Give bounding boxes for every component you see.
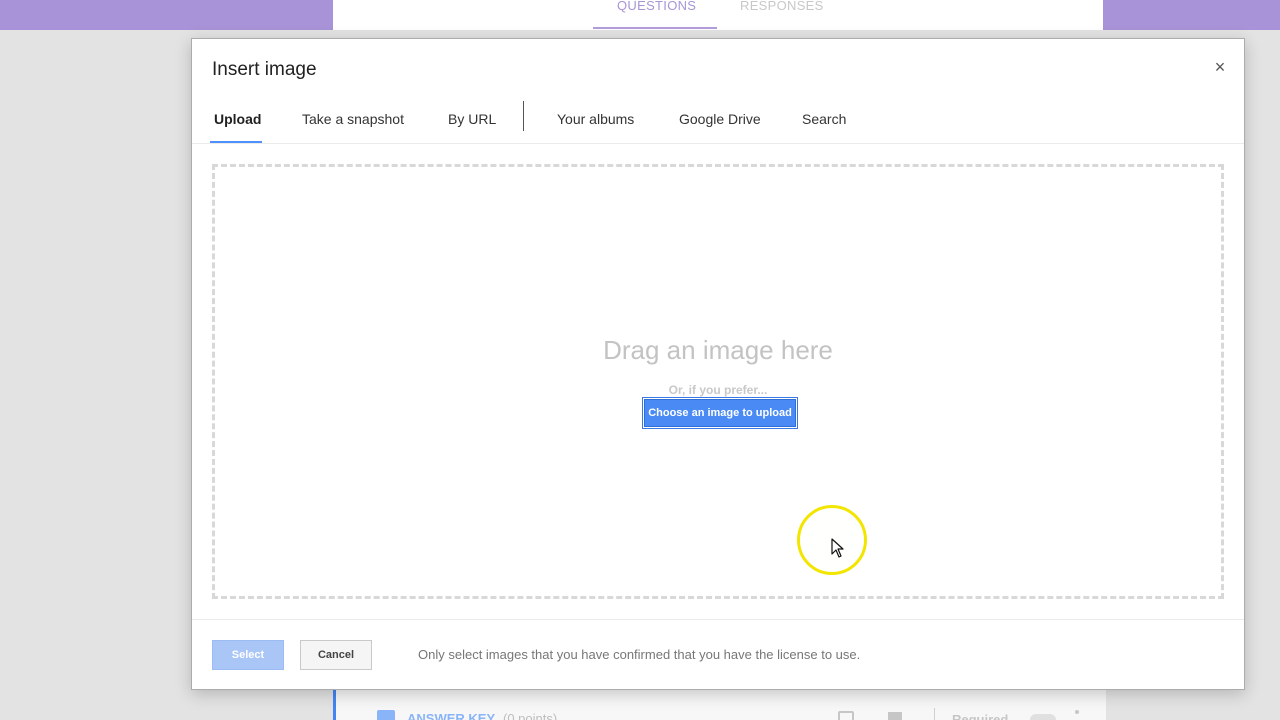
cancel-button[interactable]: Cancel xyxy=(300,640,372,670)
tab-by-url[interactable]: By URL xyxy=(448,111,496,127)
tab-separator xyxy=(523,101,524,131)
questions-tab-indicator xyxy=(593,27,717,29)
toolbar-divider xyxy=(934,708,935,720)
answer-key-points: (0 points) xyxy=(503,711,558,720)
image-source-tabs: Upload Take a snapshot By URL Your album… xyxy=(210,101,1234,145)
close-icon[interactable]: × xyxy=(1210,57,1230,77)
more-options-icon[interactable] xyxy=(1075,710,1079,714)
required-toggle[interactable] xyxy=(1030,714,1056,720)
footer-divider xyxy=(192,619,1244,620)
choose-image-button[interactable]: Choose an image to upload xyxy=(644,399,796,427)
license-note: Only select images that you have confirm… xyxy=(418,647,861,662)
tab-search[interactable]: Search xyxy=(802,111,846,127)
trash-icon[interactable] xyxy=(888,712,902,720)
image-drop-zone[interactable]: Drag an image here Or, if you prefer... … xyxy=(212,164,1224,599)
tab-google-drive[interactable]: Google Drive xyxy=(679,111,761,127)
insert-image-dialog: Insert image × Upload Take a snapshot By… xyxy=(191,38,1245,690)
drop-zone-or-text: Or, if you prefer... xyxy=(668,383,768,397)
answer-key-link[interactable]: ANSWER KEY xyxy=(407,711,495,720)
tab-questions[interactable]: QUESTIONS xyxy=(617,0,696,13)
mouse-pointer-icon xyxy=(831,538,844,558)
duplicate-icon[interactable] xyxy=(838,711,854,720)
drop-zone-title: Drag an image here xyxy=(603,335,833,365)
form-header-card xyxy=(333,0,1103,30)
required-label: Required xyxy=(952,712,1009,720)
tabs-divider xyxy=(192,143,1244,144)
tab-take-snapshot[interactable]: Take a snapshot xyxy=(302,111,404,127)
select-button[interactable]: Select xyxy=(212,640,284,670)
tab-upload[interactable]: Upload xyxy=(214,111,261,127)
tab-your-albums[interactable]: Your albums xyxy=(557,111,634,127)
tab-responses[interactable]: RESPONSES xyxy=(740,0,824,13)
dialog-title: Insert image xyxy=(212,59,317,80)
answer-key-icon xyxy=(377,710,395,720)
